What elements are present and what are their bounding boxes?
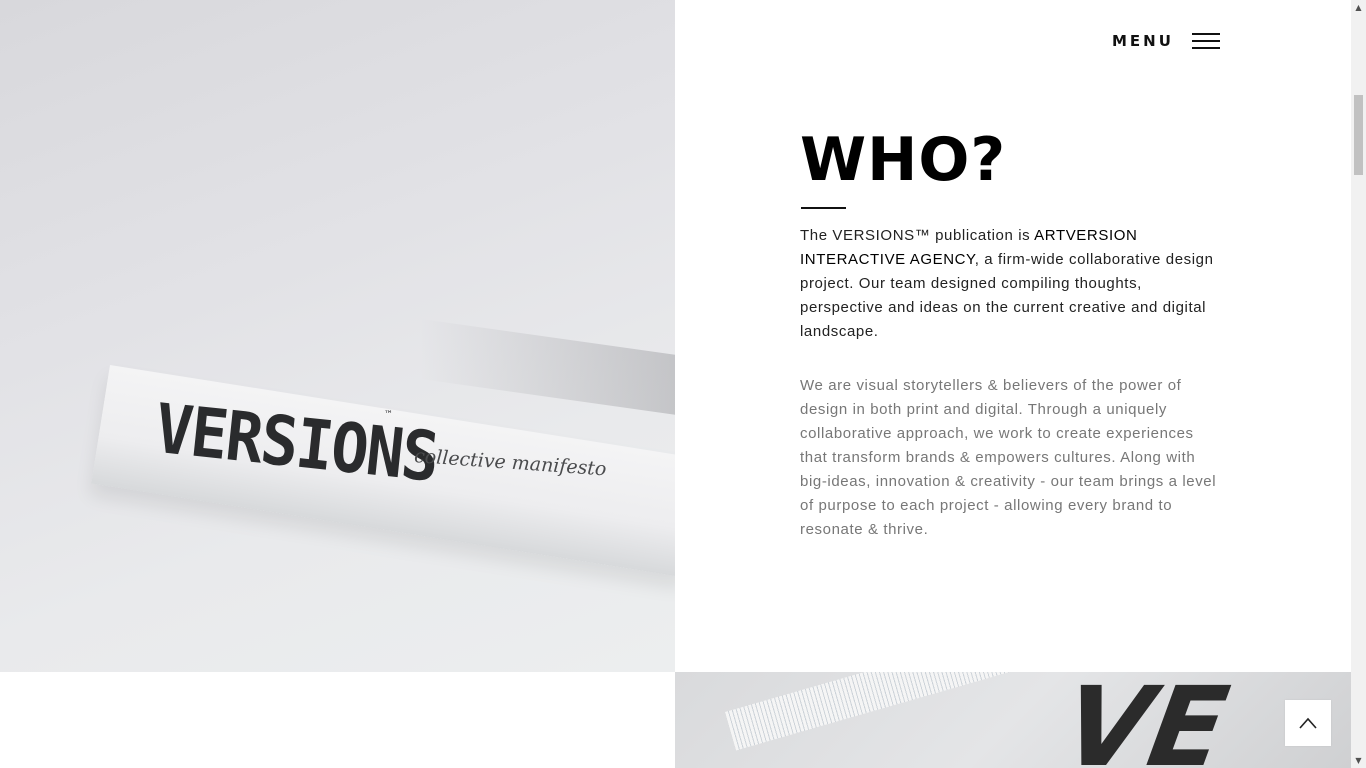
back-to-top-button[interactable] — [1285, 700, 1331, 746]
menu-label: MENU — [1112, 32, 1174, 50]
intro-paragraph: The VERSIONS™ publication is ARTVERSION … — [800, 224, 1220, 344]
scrollbar-thumb[interactable] — [1354, 95, 1363, 175]
body-paragraph: We are visual storytellers & believers o… — [800, 377, 1217, 538]
intro-lead: The VERSIONS™ publication is — [800, 227, 1035, 244]
chevron-up-icon — [1299, 717, 1317, 729]
secondary-photo: VE — [675, 672, 1351, 768]
scroll-down-arrow-icon[interactable]: ▼ — [1351, 753, 1366, 768]
vertical-scrollbar[interactable]: ▲ ▼ — [1351, 0, 1366, 768]
page: VERSIONS ™ collective manifesto MENU WHO… — [0, 0, 1366, 768]
book-cover-shadow — [420, 318, 675, 422]
scroll-up-arrow-icon[interactable]: ▲ — [1351, 0, 1366, 15]
cover-letters: VE — [1041, 672, 1249, 768]
book-trademark: ™ — [384, 410, 393, 420]
menu-button[interactable]: MENU — [1112, 28, 1220, 54]
section-title: WHO? — [800, 125, 1007, 195]
title-divider — [801, 207, 846, 209]
hamburger-icon[interactable] — [1191, 31, 1220, 51]
hero-photo: VERSIONS ™ collective manifesto — [0, 0, 675, 672]
